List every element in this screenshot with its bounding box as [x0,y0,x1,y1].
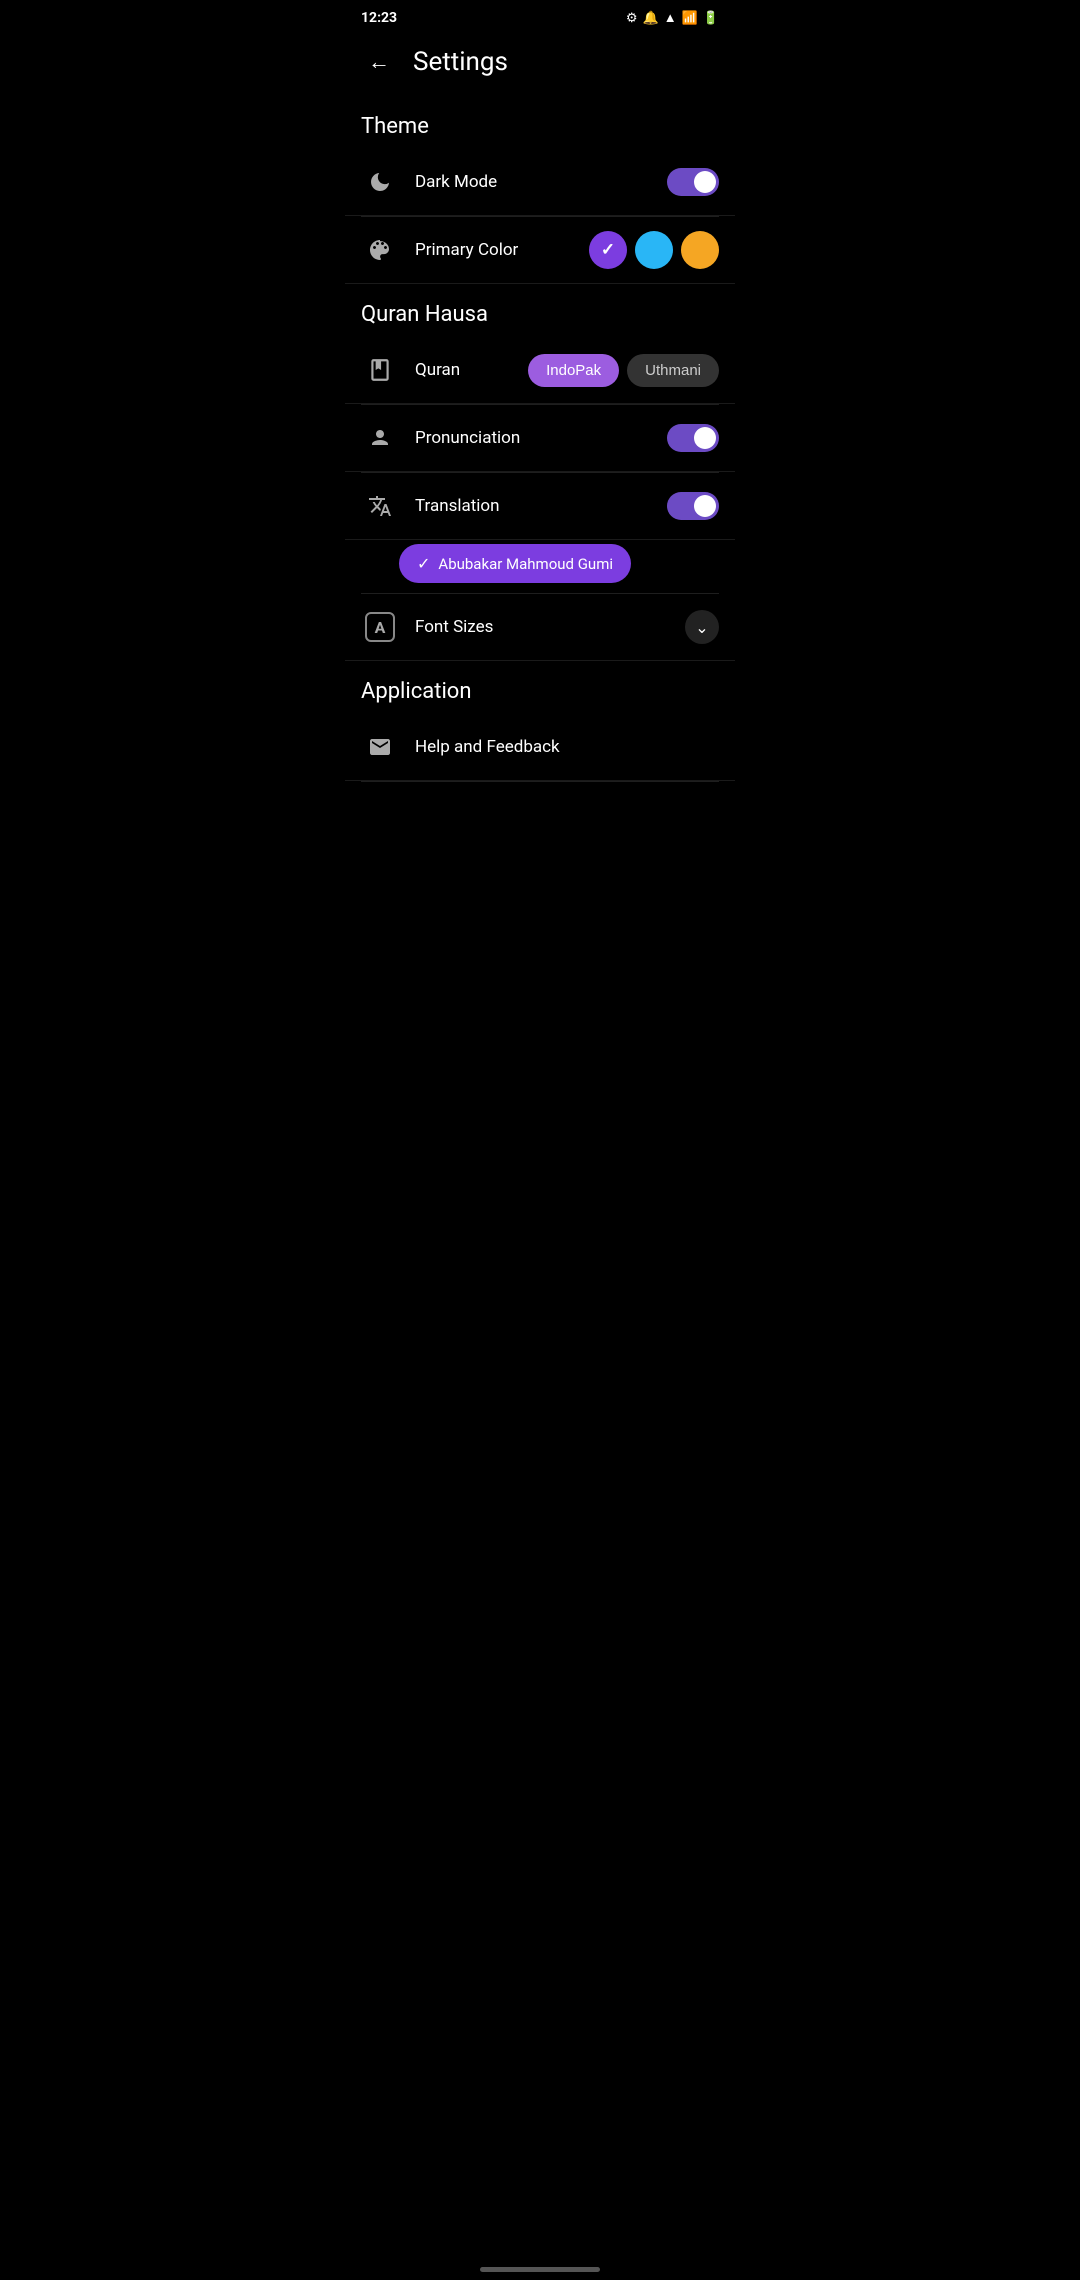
pronunciation-toggle[interactable] [667,424,719,452]
quran-row: Quran IndoPak Uthmani [345,337,735,404]
translation-toggle-knob [694,495,716,517]
translation-icon [361,487,399,525]
wifi-icon: ▲ [664,10,677,26]
quran-label: Quran [415,360,512,380]
back-button[interactable]: ← [361,44,397,80]
settings-status-icon: ⚙ [626,11,638,26]
divider-5 [361,781,719,782]
font-sizes-label: Font Sizes [415,617,669,637]
status-icons: ⚙ 🔔 ▲ 📶 🔋 [626,10,719,26]
bottom-nav-indicator [480,2267,600,2272]
translation-selector[interactable]: ✓ Abubakar Mahmoud Gumi [399,544,719,583]
page-title: Settings [413,47,508,77]
font-sizes-row[interactable]: A Font Sizes ⌄ [345,594,735,661]
dropdown-icon[interactable]: ⌄ [685,610,719,644]
translation-label: Translation [415,496,651,516]
application-section-header: Application [345,661,735,714]
uthmani-button[interactable]: Uthmani [627,354,719,387]
quran-style-buttons: IndoPak Uthmani [528,354,719,387]
theme-section-header: Theme [345,96,735,149]
color-swatch-purple[interactable]: ✓ [589,231,627,269]
primary-color-row: Primary Color ✓ [345,217,735,284]
indopak-button[interactable]: IndoPak [528,354,619,387]
primary-color-label: Primary Color [415,240,573,260]
check-icon: ✓ [601,240,615,260]
quran-hausa-section-header: Quran Hausa [345,284,735,337]
color-swatch-blue[interactable] [635,231,673,269]
moon-icon [361,163,399,201]
help-feedback-label: Help and Feedback [415,737,719,757]
header: ← Settings [345,32,735,96]
translation-toggle[interactable] [667,492,719,520]
mail-icon [361,728,399,766]
palette-icon [361,231,399,269]
status-time: 12:23 [361,10,397,26]
pronunciation-row: Pronunciation [345,405,735,472]
color-swatch-orange[interactable] [681,231,719,269]
quran-icon [361,351,399,389]
font-icon-box: A [365,612,395,642]
battery-icon: 🔋 [703,11,719,26]
dark-mode-toggle[interactable] [667,168,719,196]
status-bar: 12:23 ⚙ 🔔 ▲ 📶 🔋 [345,0,735,32]
color-swatches: ✓ [589,231,719,269]
pronunciation-label: Pronunciation [415,428,651,448]
translation-row: Translation [345,473,735,540]
translation-pill[interactable]: ✓ Abubakar Mahmoud Gumi [399,544,631,583]
notification-icon: 🔔 [643,11,659,26]
dark-mode-label: Dark Mode [415,172,651,192]
toggle-knob [694,171,716,193]
dark-mode-row: Dark Mode [345,149,735,216]
pronunciation-toggle-knob [694,427,716,449]
font-sizes-icon: A [361,608,399,646]
help-feedback-row[interactable]: Help and Feedback [345,714,735,781]
translation-check-icon: ✓ [417,554,430,573]
translation-name: Abubakar Mahmoud Gumi [438,555,613,573]
pronunciation-icon [361,419,399,457]
signal-icon: 📶 [682,11,698,26]
